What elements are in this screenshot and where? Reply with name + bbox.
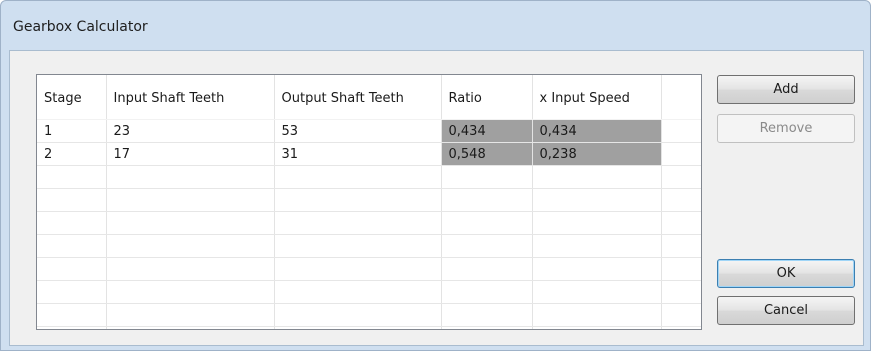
cancel-button[interactable]: Cancel — [717, 296, 855, 325]
column-header-ratio[interactable]: Ratio — [441, 75, 533, 120]
column-header-input-speed[interactable]: x Input Speed — [532, 75, 662, 120]
table-row[interactable]: 1 23 53 0,434 0,434 — [37, 119, 701, 143]
cell-filler — [661, 142, 701, 166]
empty-row[interactable] — [37, 303, 701, 327]
remove-button[interactable]: Remove — [717, 114, 855, 143]
stages-table: Stage Input Shaft Teeth Output Shaft Tee… — [37, 75, 701, 329]
empty-row[interactable] — [37, 326, 701, 329]
cell-input-speed: 0,238 — [532, 142, 662, 166]
cell-ratio: 0,434 — [441, 119, 533, 143]
cell-input-teeth[interactable]: 17 — [106, 142, 275, 166]
empty-row[interactable] — [37, 234, 701, 258]
empty-row[interactable] — [37, 280, 701, 304]
add-button[interactable]: Add — [717, 75, 855, 104]
cell-stage[interactable]: 1 — [37, 119, 107, 143]
cell-output-teeth[interactable]: 31 — [274, 142, 442, 166]
cell-output-teeth[interactable]: 53 — [274, 119, 442, 143]
cell-input-speed: 0,434 — [532, 119, 662, 143]
ok-button[interactable]: OK — [717, 259, 855, 288]
column-header-input-teeth[interactable]: Input Shaft Teeth — [106, 75, 275, 120]
cell-ratio: 0,548 — [441, 142, 533, 166]
empty-row[interactable] — [37, 188, 701, 212]
cell-stage[interactable]: 2 — [37, 142, 107, 166]
dialog-client-area: Stage Input Shaft Teeth Output Shaft Tee… — [9, 50, 864, 346]
empty-row[interactable] — [37, 257, 701, 281]
gear-stages-grid[interactable]: Stage Input Shaft Teeth Output Shaft Tee… — [36, 74, 702, 330]
empty-row[interactable] — [37, 211, 701, 235]
column-header-stage[interactable]: Stage — [37, 75, 107, 120]
column-header-output-teeth[interactable]: Output Shaft Teeth — [274, 75, 442, 120]
cell-input-teeth[interactable]: 23 — [106, 119, 275, 143]
window-title: Gearbox Calculator — [13, 19, 148, 35]
table-header-row: Stage Input Shaft Teeth Output Shaft Tee… — [37, 75, 701, 120]
dialog-window: Gearbox Calculator Stage Input Shaft Tee… — [0, 0, 871, 351]
cell-filler — [661, 119, 701, 143]
empty-row[interactable] — [37, 165, 701, 189]
column-header-filler — [661, 75, 701, 120]
table-row[interactable]: 2 17 31 0,548 0,238 — [37, 142, 701, 166]
